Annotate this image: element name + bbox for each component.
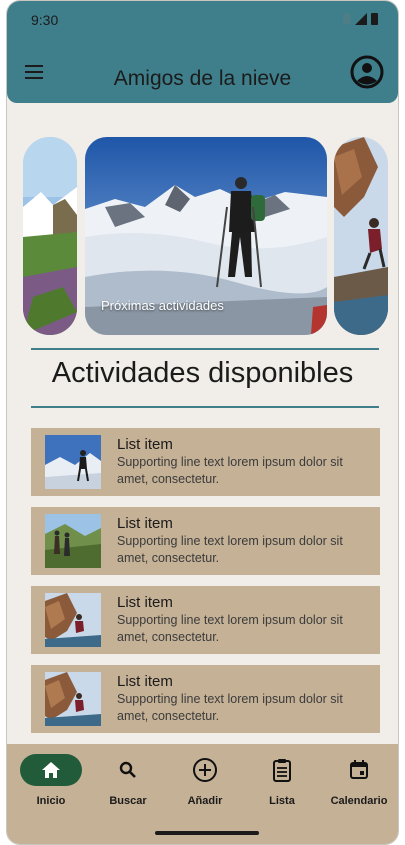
nav-item-buscar[interactable]: Buscar — [89, 754, 167, 807]
list-item-supporting-text: Supporting line text lorem ipsum dolor s… — [117, 692, 343, 723]
nav-icon-container — [251, 754, 313, 786]
list-item-supporting-text: Supporting line text lorem ipsum dolor s… — [117, 455, 343, 486]
signal-icon — [355, 13, 367, 25]
add-circle-icon — [193, 758, 217, 782]
list-item-headline: List item — [117, 594, 173, 611]
home-indicator[interactable] — [155, 831, 259, 835]
list-item-thumbnail — [45, 435, 101, 489]
section-divider-bottom — [31, 406, 379, 408]
list-item-supporting-text: Supporting line text lorem ipsum dolor s… — [117, 534, 343, 565]
list-item[interactable]: List item Supporting line text lorem ips… — [31, 507, 380, 575]
carousel-caption: Próximas actividades — [101, 298, 224, 313]
home-icon — [42, 762, 60, 778]
battery-icon — [371, 13, 378, 25]
nav-label-inicio: Inicio — [36, 795, 66, 807]
nav-label-lista: Lista — [269, 795, 295, 807]
nav-icon-container — [97, 754, 159, 786]
list-item-headline: List item — [117, 436, 173, 453]
list-item-thumbnail — [45, 514, 101, 568]
list-icon — [273, 759, 291, 782]
top-app-bar: Amigos de la nieve — [7, 41, 398, 103]
account-icon[interactable] — [350, 55, 384, 89]
nav-icon-container — [328, 754, 390, 786]
list-item-thumbnail — [45, 593, 101, 647]
carousel-card-left[interactable] — [23, 137, 77, 335]
status-bar: 9:30 — [7, 1, 398, 41]
carousel-card-right[interactable] — [334, 137, 388, 335]
nav-item-inicio[interactable]: Inicio — [12, 754, 90, 807]
section-divider-top — [31, 348, 379, 350]
status-time: 9:30 — [31, 12, 59, 28]
carousel-card-main[interactable]: Próximas actividades — [85, 137, 327, 335]
list-item[interactable]: List item Supporting line text lorem ips… — [31, 665, 380, 733]
list-item[interactable]: List item Supporting line text lorem ips… — [31, 428, 380, 496]
nav-label-calendario: Calendario — [330, 795, 388, 807]
list-item-headline: List item — [117, 515, 173, 532]
bottom-navigation: Inicio Buscar Añadir Lista Calendario — [7, 744, 398, 844]
app-title: Amigos de la nieve — [113, 67, 292, 90]
nav-label-buscar: Buscar — [109, 795, 147, 807]
section-title: Actividades disponibles — [51, 357, 354, 389]
phone-screen: 9:30 Amigos de la nieve Próximas activid… — [6, 0, 399, 845]
list-item[interactable]: List item Supporting line text lorem ips… — [31, 586, 380, 654]
list-item-supporting-text: Supporting line text lorem ipsum dolor s… — [117, 613, 343, 644]
status-icons — [343, 13, 378, 25]
nav-item-calendario[interactable]: Calendario — [320, 754, 398, 807]
calendar-icon — [350, 760, 368, 779]
nav-active-indicator — [20, 754, 82, 786]
nav-item-lista[interactable]: Lista — [243, 754, 321, 807]
wifi-icon — [343, 13, 351, 25]
list-item-thumbnail — [45, 672, 101, 726]
nav-label-anadir: Añadir — [187, 795, 223, 807]
nav-icon-container — [174, 754, 236, 786]
nav-item-anadir[interactable]: Añadir — [166, 754, 244, 807]
list-item-headline: List item — [117, 673, 173, 690]
search-icon — [119, 761, 136, 778]
